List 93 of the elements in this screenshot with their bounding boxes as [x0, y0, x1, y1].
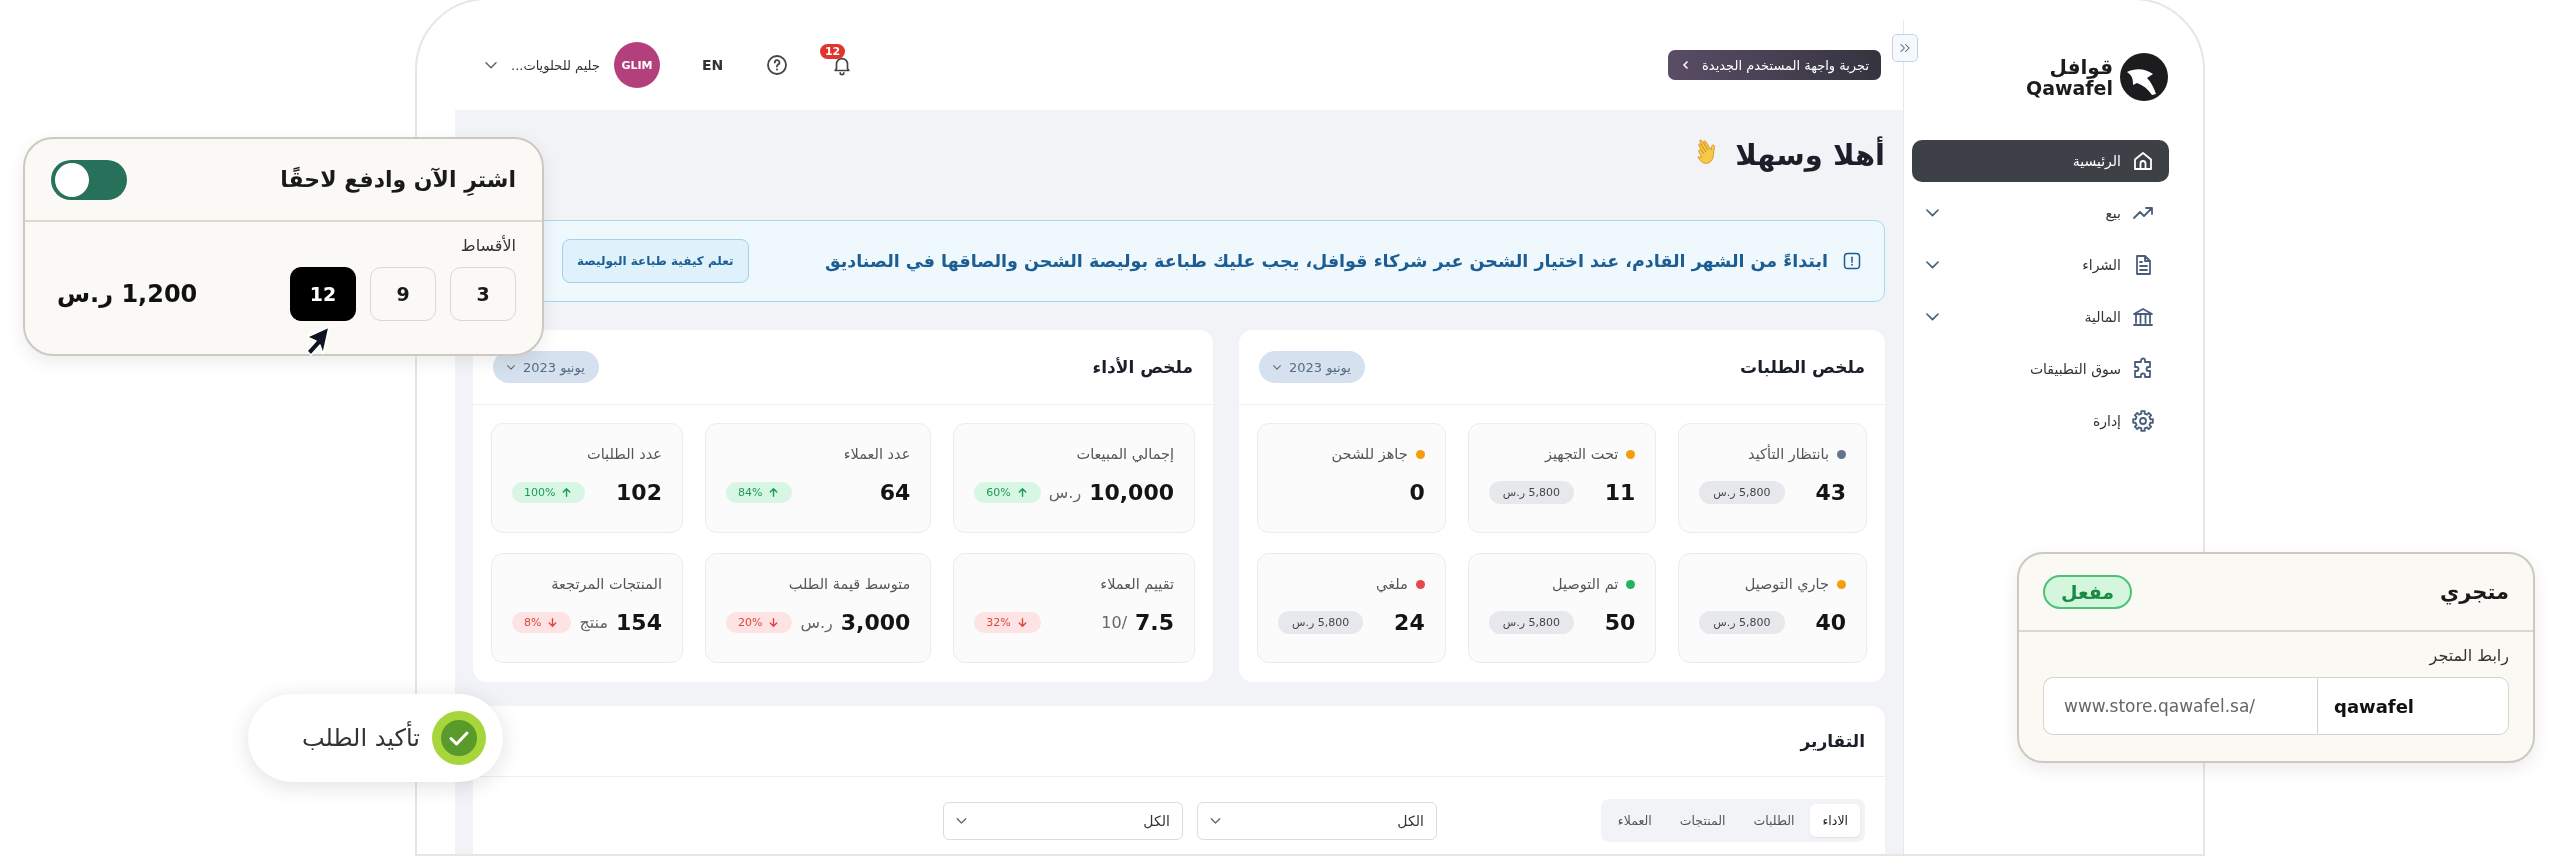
stat-label: جاهز للشحن: [1331, 446, 1408, 462]
logo-icon: [2119, 52, 2169, 102]
stat-label: ملغي: [1376, 576, 1408, 592]
store-name[interactable]: جليم للحلويات...: [511, 57, 600, 73]
double-chevron-icon: [1898, 41, 1912, 55]
installment-option[interactable]: 12: [290, 267, 356, 321]
stat-count: 50: [1604, 610, 1636, 635]
change-badge: 60%: [974, 482, 1041, 503]
check-icon: [432, 711, 486, 765]
stat-label: تم التوصيل: [1552, 576, 1619, 592]
logo-latin-text: Qawafel: [2026, 78, 2113, 98]
report-tab[interactable]: الطلبات: [1741, 804, 1807, 837]
change-badge: 8%: [512, 612, 572, 633]
stat-value: 3,000: [840, 610, 911, 635]
card-title: متجري: [2439, 580, 2509, 604]
change-badge: 32%: [974, 612, 1041, 633]
installment-amount: 1,200 ر.س: [57, 280, 198, 308]
language-toggle[interactable]: EN: [701, 57, 724, 73]
stat-count: 24: [1394, 610, 1425, 635]
amount-tag: 5,800 ر.س: [1699, 481, 1785, 504]
stat-label: عدد العملاء: [843, 446, 911, 462]
chevron-down-icon: [1273, 364, 1282, 370]
report-tab[interactable]: العملاء: [1605, 804, 1664, 837]
amount-tag: 5,800 ر.س: [1699, 611, 1785, 634]
chevron-down-icon: [955, 817, 967, 824]
store-avatar[interactable]: GLIM: [613, 42, 660, 88]
stat-unit: ر.س: [1048, 483, 1082, 502]
stat-unit: /10: [1101, 613, 1128, 632]
field-label: رابط المتجر: [2427, 646, 2509, 665]
stat-value: 154: [616, 610, 662, 635]
notice-text: ابتداءً من الشهر القادم، عند اختيار الشحن عبر شركاء قوافل، يجب عليك طباعة بوليصة الشحن والصاقها في الصناديق: [823, 251, 1828, 271]
installment-option[interactable]: 9: [370, 267, 436, 321]
panel-title: ملخص الطلبات: [1740, 357, 1865, 377]
store-link-field[interactable]: qawafel: [2317, 677, 2509, 735]
filter-dropdown[interactable]: الكل: [1196, 801, 1437, 840]
stat-count: 40: [1815, 610, 1846, 635]
panel-title: ملخص الأداء: [1092, 357, 1194, 377]
change-badge: 100%: [512, 482, 586, 503]
stat-label: المنتجات المرتجعة: [551, 576, 662, 592]
notification-badge: 12: [819, 44, 846, 59]
amount-tag: 5,800 ر.س: [1278, 611, 1364, 634]
logo-arabic-text: قوافل: [2048, 56, 2113, 77]
amount-tag: 5,800 ر.س: [1488, 611, 1574, 634]
toggle-switch[interactable]: [51, 159, 127, 200]
stat-count: 43: [1815, 480, 1846, 505]
chevron-down-icon: [507, 364, 515, 370]
sidebar-item[interactable]: الشراء: [1912, 244, 2169, 286]
help-icon[interactable]: [765, 53, 790, 77]
bank-icon: [2131, 305, 2155, 329]
home-icon: [2131, 149, 2155, 173]
stat-value: 10,000: [1089, 480, 1175, 505]
filter-dropdown[interactable]: الكل: [942, 801, 1183, 840]
sidebar-item[interactable]: إدارة: [1912, 400, 2169, 442]
status-badge: مفعل: [2043, 575, 2133, 609]
learn-button[interactable]: تعلم كيفية طباعة البوليصة: [562, 239, 749, 283]
installment-option[interactable]: 3: [450, 267, 516, 321]
stat-label: متوسط قيمة الطلب: [788, 576, 911, 592]
chevron-down-icon: [485, 61, 497, 69]
sidebar-item[interactable]: المالية: [1912, 296, 2169, 338]
welcome-heading: أهلا وسهلا: [1735, 138, 1885, 172]
new-ui-button[interactable]: تجربة واجهة المستخدم الجديدة: [1668, 50, 1881, 80]
stat-count: 11: [1604, 480, 1636, 505]
settings-icon: [2131, 409, 2155, 433]
stat-unit: ر.س: [800, 613, 833, 632]
info-icon: [1842, 251, 1862, 271]
chevron-down-icon: [1926, 209, 1939, 217]
installments-label: الأقساط: [459, 236, 516, 255]
stat-label: عدد الطلبات: [587, 446, 662, 462]
stat-count: 0: [1409, 480, 1425, 505]
period-dropdown[interactable]: يونيو 2023: [1259, 351, 1365, 383]
report-tab[interactable]: المنتجات: [1667, 804, 1738, 837]
chevron-down-icon: [1209, 817, 1221, 824]
stat-value: 64: [879, 480, 911, 505]
stat-label: جاري التوصيل: [1744, 576, 1829, 592]
stat-label: بانتظار التأكيد: [1748, 446, 1829, 462]
stat-value: 102: [616, 480, 662, 505]
stat-label: تقييم العملاء: [1100, 576, 1175, 592]
stat-label: تحت التجهيز: [1544, 446, 1619, 462]
panel-title: التقارير: [1800, 731, 1865, 751]
report-tab[interactable]: الاداء: [1810, 804, 1860, 837]
change-badge: 84%: [725, 482, 793, 503]
sidebar-item[interactable]: الرئيسية: [1912, 140, 2169, 182]
stat-value: 7.5: [1135, 610, 1175, 635]
chevron-down-icon: [1926, 261, 1939, 269]
amount-tag: 5,800 ر.س: [1488, 481, 1574, 504]
chevron-down-icon: [1926, 313, 1939, 321]
stat-label: إجمالي المبيعات: [1076, 446, 1175, 462]
stat-unit: منتج: [579, 613, 608, 632]
change-badge: 20%: [725, 612, 793, 633]
url-prefix: www.store.qawafel.sa/: [2043, 677, 2317, 735]
period-dropdown[interactable]: يونيو 2023: [493, 351, 599, 383]
sidebar-item[interactable]: بيع: [1912, 192, 2169, 234]
sidebar-item[interactable]: سوق التطبيقات: [1912, 348, 2169, 390]
